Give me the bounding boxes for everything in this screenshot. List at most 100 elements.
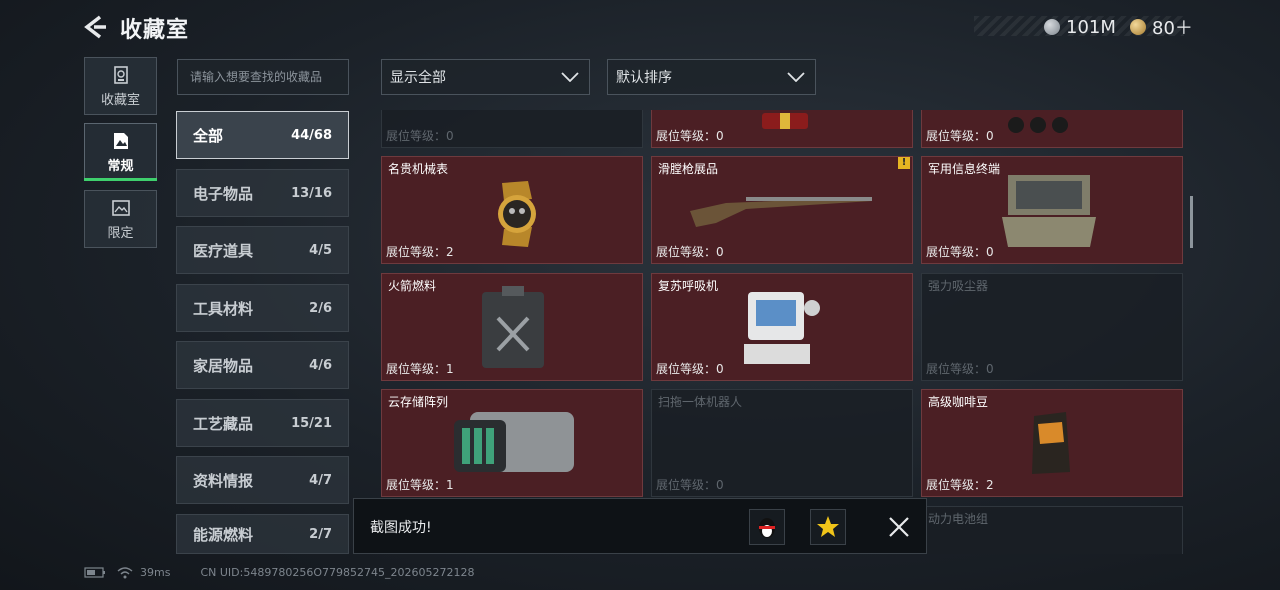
- nav-tab-regular[interactable]: 常规: [84, 123, 157, 181]
- category-label: 电子物品: [193, 184, 254, 203]
- nav-tab-collection[interactable]: 收藏室: [84, 57, 157, 115]
- category-count: 2/7: [309, 526, 332, 542]
- item-level: 展位等级：0: [656, 245, 724, 259]
- item-name: 强力吸尘器: [928, 279, 989, 293]
- dynamite-icon: [762, 113, 808, 129]
- coffee-bag-icon: [1032, 412, 1070, 474]
- item-card[interactable]: 军用信息终端 展位等级：0: [921, 156, 1183, 264]
- item-card[interactable]: 展位等级：0: [921, 110, 1183, 148]
- toast-message: 截图成功!: [370, 520, 432, 536]
- user-uid: CN UID:5489780256O779852745_202605272128: [200, 566, 475, 579]
- display-filter-value: 显示全部: [390, 70, 446, 86]
- item-name: 高级咖啡豆: [928, 395, 989, 409]
- storage-array-icon: [454, 412, 574, 472]
- grid-scrollbar[interactable]: [1190, 196, 1193, 248]
- category-count: 15/21: [291, 415, 332, 431]
- category-energy[interactable]: 能源燃料 2/7: [176, 514, 349, 554]
- search-input[interactable]: [177, 59, 349, 95]
- item-name: 名贵机械表: [388, 162, 449, 176]
- item-card[interactable]: 复苏呼吸机 展位等级：0: [651, 273, 913, 381]
- category-tools[interactable]: 工具材料 2/6: [176, 284, 349, 332]
- item-name: 扫拖一体机器人: [658, 395, 743, 409]
- item-name: 滑膛枪展品: [658, 162, 719, 176]
- item-grid: 展位等级：0 展位等级：0 展位等级：0 名贵机械表 展位等级：2 滑膛枪展品 …: [381, 110, 1183, 554]
- item-level: 展位等级：0: [926, 245, 994, 259]
- item-level: 展位等级：2: [386, 245, 454, 259]
- item-level: 展位等级：0: [926, 129, 994, 143]
- share-qzone-button[interactable]: [810, 509, 846, 545]
- item-card[interactable]: 扫拖一体机器人 展位等级：0: [651, 389, 913, 497]
- item-level: 展位等级：0: [656, 362, 724, 376]
- sort-dropdown[interactable]: 默认排序: [607, 59, 816, 95]
- chevron-down-icon: [787, 72, 805, 82]
- category-count: 13/16: [291, 185, 332, 201]
- ping-value: 39ms: [140, 566, 171, 579]
- close-icon[interactable]: [884, 512, 914, 542]
- nav-label: 收藏室: [100, 92, 140, 108]
- item-card[interactable]: 火箭燃料 展位等级：1: [381, 273, 643, 381]
- cabinet-icon: [113, 65, 128, 84]
- category-medical[interactable]: 医疗道具 4/5: [176, 226, 349, 274]
- silver-amount: 101M: [1066, 16, 1116, 38]
- picture-icon: [111, 199, 130, 216]
- document-icon: [113, 132, 128, 149]
- category-count: 2/6: [309, 300, 332, 316]
- item-name: 动力电池组: [928, 512, 989, 526]
- category-electronics[interactable]: 电子物品 13/16: [176, 169, 349, 217]
- item-card[interactable]: 展位等级：0: [381, 110, 643, 148]
- item-level: 展位等级：2: [926, 478, 994, 492]
- item-card[interactable]: 名贵机械表 展位等级：2: [381, 156, 643, 264]
- star-icon: [817, 516, 839, 537]
- sort-value: 默认排序: [616, 70, 672, 86]
- category-label: 医疗道具: [193, 241, 254, 260]
- category-count: 4/7: [309, 472, 332, 488]
- wifi-icon: [117, 567, 133, 579]
- category-intel[interactable]: 资料情报 4/7: [176, 456, 349, 504]
- item-level: 展位等级：0: [656, 478, 724, 492]
- musket-icon: [690, 197, 872, 227]
- display-filter-dropdown[interactable]: 显示全部: [381, 59, 590, 95]
- category-crafts[interactable]: 工艺藏品 15/21: [176, 399, 349, 447]
- wheels-icon: [1008, 117, 1068, 133]
- item-level: 展位等级：0: [386, 129, 454, 143]
- category-label: 资料情报: [193, 471, 254, 490]
- item-card[interactable]: 高级咖啡豆 展位等级：2: [921, 389, 1183, 497]
- item-name: 云存储阵列: [388, 395, 449, 409]
- category-household[interactable]: 家居物品 4/6: [176, 341, 349, 389]
- chevron-down-icon: [561, 72, 579, 82]
- item-level: 展位等级：1: [386, 478, 454, 492]
- fuel-canister-icon: [482, 286, 544, 368]
- category-label: 能源燃料: [193, 525, 254, 544]
- item-card[interactable]: 云存储阵列 展位等级：1: [381, 389, 643, 497]
- back-arrow-icon[interactable]: [82, 14, 108, 40]
- category-label: 家居物品: [193, 356, 254, 375]
- silver-currency: 101M: [1044, 16, 1116, 38]
- nav-label: 限定: [107, 225, 134, 241]
- silver-coin-icon: [1044, 19, 1060, 35]
- item-card[interactable]: 强力吸尘器 展位等级：0: [921, 273, 1183, 381]
- category-count: 4/5: [309, 242, 332, 258]
- category-label: 工艺藏品: [193, 414, 254, 433]
- item-level: 展位等级：0: [656, 129, 724, 143]
- category-all[interactable]: 全部 44/68: [176, 111, 349, 159]
- item-level: 展位等级：0: [926, 362, 994, 376]
- item-card[interactable]: 滑膛枪展品 ! 展位等级：0: [651, 156, 913, 264]
- category-count: 4/6: [309, 357, 332, 373]
- item-name: 军用信息终端: [928, 162, 1001, 176]
- gold-currency[interactable]: 80＋: [1130, 16, 1193, 39]
- category-label: 全部: [193, 126, 224, 145]
- battery-icon: [84, 567, 105, 578]
- gold-coin-icon: [1130, 19, 1146, 35]
- nav-tab-limited[interactable]: 限定: [84, 190, 157, 248]
- item-card[interactable]: 展位等级：0: [651, 110, 913, 148]
- nav-label: 常规: [107, 158, 134, 174]
- screenshot-toast: 截图成功!: [353, 498, 927, 554]
- category-label: 工具材料: [193, 299, 254, 318]
- qq-penguin-icon: [759, 518, 775, 538]
- share-qq-button[interactable]: [749, 509, 785, 545]
- gold-amount: 80＋: [1152, 18, 1193, 39]
- category-count: 44/68: [291, 127, 332, 143]
- item-name: 火箭燃料: [388, 279, 437, 293]
- item-card[interactable]: 动力电池组: [921, 506, 1183, 554]
- warning-badge: !: [898, 157, 910, 169]
